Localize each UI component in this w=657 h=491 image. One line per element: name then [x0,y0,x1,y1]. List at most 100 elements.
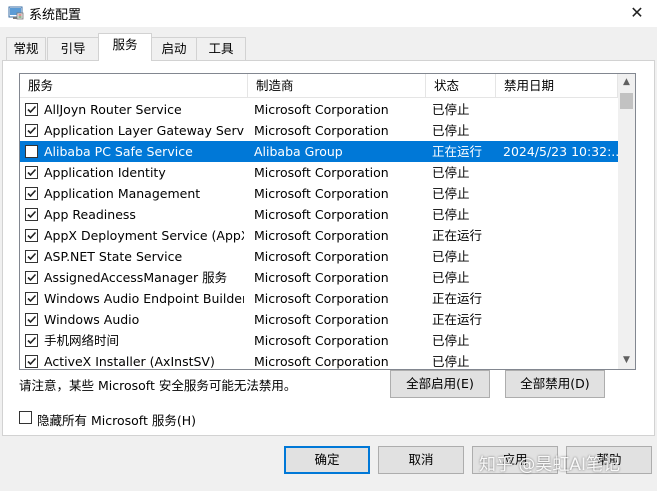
service-manufacturer: Microsoft Corporation [254,249,389,264]
service-name: Windows Audio Endpoint Builder [44,291,244,306]
table-row[interactable]: AssignedAccessManager 服务 Microsoft Corpor… [20,267,618,288]
tab-services[interactable]: 服务 [98,33,152,61]
service-checkbox[interactable] [25,292,38,305]
service-name: Application Management [44,186,201,201]
service-disabled-date [503,162,618,183]
service-name: ASP.NET State Service [44,249,183,264]
service-checkbox[interactable] [25,166,38,179]
tab-bar: 常规 引导 服务 启动 工具 [0,27,657,61]
service-manufacturer: Alibaba Group [254,144,343,159]
list-header: 服务 制造商 状态 禁用日期 [20,74,618,98]
vertical-scrollbar[interactable]: ▲ ▼ [618,74,635,369]
enable-all-button[interactable]: 全部启用(E) [390,370,490,398]
service-disabled-date [503,288,618,309]
service-name: Windows Audio [44,312,140,327]
table-row[interactable]: Application Management Microsoft Corporat… [20,183,618,204]
services-list[interactable]: 服务 制造商 状态 禁用日期 AllJoyn Router Service Mic… [19,73,636,370]
column-header-manufacturer[interactable]: 制造商 [248,74,426,98]
tab-tools[interactable]: 工具 [196,37,246,60]
table-row[interactable]: Alibaba PC Safe Service Alibaba Group 正在运行… [20,141,618,162]
tab-startup[interactable]: 启动 [151,37,197,60]
service-checkbox[interactable] [25,187,38,200]
service-status: 已停止 [432,270,470,285]
table-row[interactable]: Windows Audio Microsoft Corporation 正在运行 [20,309,618,330]
close-icon[interactable]: ✕ [617,0,657,27]
service-checkbox[interactable] [25,145,38,158]
service-status: 已停止 [432,102,470,117]
table-row[interactable]: AllJoyn Router Service Microsoft Corporat… [20,99,618,120]
service-checkbox[interactable] [25,313,38,326]
service-checkbox[interactable] [25,208,38,221]
service-status: 已停止 [432,207,470,222]
service-manufacturer: Microsoft Corporation [254,123,389,138]
table-row[interactable]: App Readiness Microsoft Corporation 已停止 [20,204,618,225]
service-manufacturer: Microsoft Corporation [254,354,389,369]
service-manufacturer: Microsoft Corporation [254,186,389,201]
tab-boot[interactable]: 引导 [47,37,99,60]
hide-microsoft-services-label: 隐藏所有 Microsoft 服务(H) [37,413,196,428]
service-status: 已停止 [432,249,470,264]
window-title: 系统配置 [29,8,82,23]
table-row[interactable]: AppX Deployment Service (AppX... Microsof… [20,225,618,246]
column-header-status[interactable]: 状态 [426,74,496,98]
service-status: 已停止 [432,186,470,201]
service-disabled-date: 2024/5/23 10:32:... [503,144,618,159]
service-checkbox[interactable] [25,250,38,263]
service-manufacturer: Microsoft Corporation [254,165,389,180]
service-checkbox[interactable] [25,355,38,368]
system-config-app-icon [8,5,24,21]
service-name: App Readiness [44,207,136,222]
tab-general[interactable]: 常规 [6,37,46,60]
service-disabled-date [503,330,618,351]
service-name: ActiveX Installer (AxInstSV) [44,354,215,369]
scrollbar-thumb[interactable] [620,93,633,109]
watermark: 知乎 @昊虹AI笔记 [479,455,621,475]
service-disabled-date [503,120,618,141]
service-status: 已停止 [432,333,470,348]
service-disabled-date [503,204,618,225]
service-checkbox[interactable] [25,271,38,284]
cancel-button[interactable]: 取消 [378,446,464,474]
column-header-service[interactable]: 服务 [20,74,248,98]
service-disabled-date [503,183,618,204]
service-status: 正在运行 [432,144,483,159]
service-disabled-date [503,309,618,330]
service-checkbox[interactable] [25,124,38,137]
scroll-down-icon[interactable]: ▼ [618,352,635,369]
column-header-disabled-date[interactable]: 禁用日期 [496,74,618,98]
table-row[interactable]: Application Identity Microsoft Corporatio… [20,162,618,183]
service-disabled-date [503,246,618,267]
service-manufacturer: Microsoft Corporation [254,312,389,327]
service-status: 正在运行 [432,312,483,327]
service-checkbox[interactable] [25,103,38,116]
hide-microsoft-services-checkbox[interactable] [19,411,32,424]
notice-text: 请注意，某些 Microsoft 安全服务可能无法禁用。 [19,378,297,393]
service-name: AppX Deployment Service (AppX... [44,228,244,243]
service-status: 正在运行 [432,228,483,243]
service-disabled-date [503,351,618,369]
service-name: AssignedAccessManager 服务 [44,270,228,285]
service-status: 已停止 [432,123,470,138]
table-row[interactable]: 手机网络时间 Microsoft Corporation 已停止 [20,330,618,351]
service-status: 正在运行 [432,291,483,306]
title-bar: 系统配置 ✕ [0,0,657,27]
service-checkbox[interactable] [25,229,38,242]
service-status: 已停止 [432,354,470,369]
service-name: AllJoyn Router Service [44,102,182,117]
service-manufacturer: Microsoft Corporation [254,207,389,222]
service-disabled-date [503,267,618,288]
service-manufacturer: Microsoft Corporation [254,333,389,348]
service-checkbox[interactable] [25,334,38,347]
service-manufacturer: Microsoft Corporation [254,102,389,117]
table-row[interactable]: Application Layer Gateway Service Microso… [20,120,618,141]
service-disabled-date [503,225,618,246]
scroll-up-icon[interactable]: ▲ [618,74,635,91]
table-row[interactable]: ActiveX Installer (AxInstSV) Microsoft Co… [20,351,618,369]
service-disabled-date [503,99,618,120]
ok-button[interactable]: 确定 [284,446,370,474]
table-row[interactable]: ASP.NET State Service Microsoft Corporati… [20,246,618,267]
table-row[interactable]: Windows Audio Endpoint Builder Microsoft … [20,288,618,309]
disable-all-button[interactable]: 全部禁用(D) [505,370,605,398]
service-status: 已停止 [432,165,470,180]
service-name: 手机网络时间 [44,333,120,348]
